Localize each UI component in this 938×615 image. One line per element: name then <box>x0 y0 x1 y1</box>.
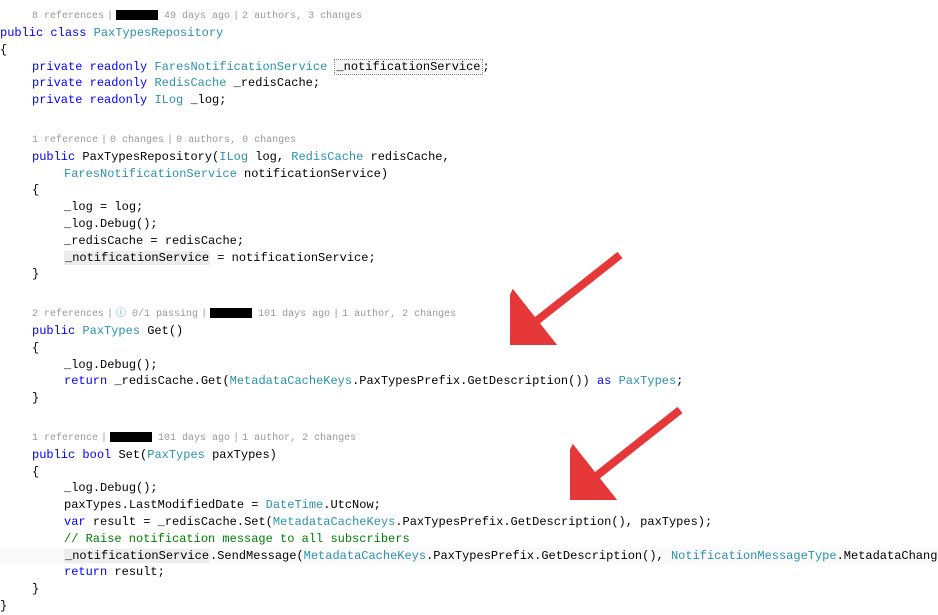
code-line[interactable]: { <box>0 340 938 357</box>
code-line[interactable]: _notificationService = notificationServi… <box>0 250 938 267</box>
code-line[interactable]: _log.Debug(); <box>0 216 938 233</box>
code-line[interactable]: { <box>0 182 938 199</box>
code-editor[interactable]: 8 references| 49 days ago|2 authors, 3 c… <box>0 10 938 615</box>
codelens-get[interactable]: 2 references|ⓘ 0/1 passing| 101 days ago… <box>0 308 938 322</box>
code-line[interactable]: { <box>0 42 938 59</box>
code-line[interactable]: { <box>0 464 938 481</box>
redacted-author <box>110 432 152 442</box>
code-line[interactable]: return _redisCache.Get(MetadataCacheKeys… <box>0 373 938 390</box>
codelens-ctor[interactable]: 1 reference|0 changes|0 authors, 0 chang… <box>0 134 938 148</box>
highlighted-line[interactable]: _notificationService.SendMessage(Metadat… <box>0 548 938 565</box>
codelens-authors: 1 author, 2 changes <box>242 433 356 444</box>
codelens-refs: 1 reference <box>32 135 98 146</box>
info-icon: ⓘ <box>116 309 126 320</box>
codelens-class[interactable]: 8 references| 49 days ago|2 authors, 3 c… <box>0 10 938 24</box>
code-line[interactable]: _log.Debug(); <box>0 480 938 497</box>
code-line[interactable]: public PaxTypesRepository(ILog log, Redi… <box>0 149 938 166</box>
redacted-author <box>116 10 158 20</box>
code-line[interactable]: paxTypes.LastModifiedDate = DateTime.Utc… <box>0 497 938 514</box>
code-line[interactable]: _notificationService.SendMessage(Metadat… <box>0 548 938 565</box>
code-line[interactable]: _log.Debug(); <box>0 357 938 374</box>
codelens-passing: 0/1 passing <box>132 309 198 320</box>
codelens-refs: 8 references <box>32 11 104 22</box>
symbol-reference: _notificationService <box>64 251 210 265</box>
codelens-authors: 2 authors, 3 changes <box>242 11 362 22</box>
code-line[interactable]: _redisCache = redisCache; <box>0 233 938 250</box>
code-line[interactable]: // Raise notification message to all sub… <box>0 531 938 548</box>
code-line[interactable]: } <box>0 581 938 598</box>
blank-line[interactable] <box>0 109 938 126</box>
code-line[interactable]: } <box>0 390 938 407</box>
code-line[interactable]: private readonly ILog _log; <box>0 92 938 109</box>
blank-line[interactable] <box>0 283 938 300</box>
code-line[interactable]: private readonly RedisCache _redisCache; <box>0 75 938 92</box>
codelens-changes: 0 changes <box>110 135 164 146</box>
code-line[interactable]: private readonly FaresNotificationServic… <box>0 59 938 76</box>
code-line[interactable]: FaresNotificationService notificationSer… <box>0 166 938 183</box>
code-line[interactable]: } <box>0 598 938 615</box>
code-line[interactable]: public PaxTypes Get() <box>0 323 938 340</box>
blank-line[interactable] <box>0 407 938 424</box>
codelens-time: 49 days ago <box>164 11 230 22</box>
code-line[interactable]: _log = log; <box>0 199 938 216</box>
code-line[interactable]: public bool Set(PaxTypes paxTypes) <box>0 447 938 464</box>
codelens-authors: 1 author, 2 changes <box>342 309 456 320</box>
codelens-time: 101 days ago <box>258 309 330 320</box>
codelens-refs: 1 reference <box>32 433 98 444</box>
codelens-time: 101 days ago <box>158 433 230 444</box>
code-line[interactable]: return result; <box>0 564 938 581</box>
symbol-reference: _notificationService <box>64 549 210 563</box>
code-line[interactable]: public class PaxTypesRepository <box>0 25 938 42</box>
codelens-authors: 0 authors, 0 changes <box>176 135 296 146</box>
symbol-highlighted: _notificationService <box>334 59 482 75</box>
codelens-set[interactable]: 1 reference| 101 days ago|1 author, 2 ch… <box>0 432 938 446</box>
redacted-author <box>210 308 252 318</box>
code-line[interactable]: } <box>0 266 938 283</box>
code-line[interactable]: var result = _redisCache.Set(MetadataCac… <box>0 514 938 531</box>
codelens-refs: 2 references <box>32 309 104 320</box>
